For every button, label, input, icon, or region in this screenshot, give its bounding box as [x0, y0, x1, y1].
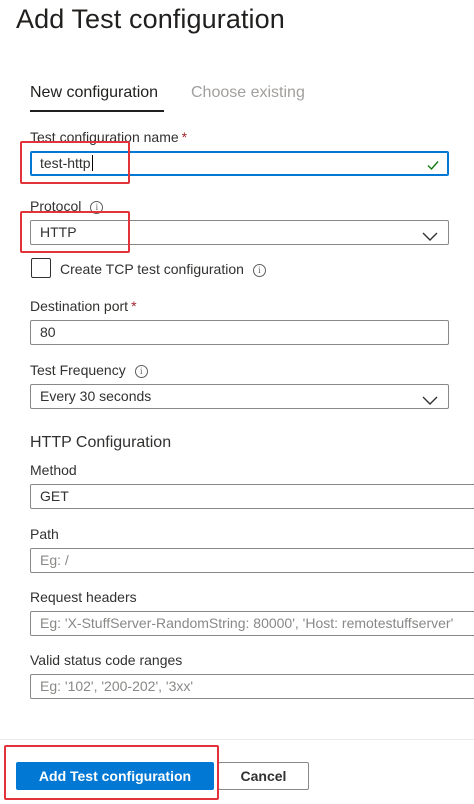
required-marker: * [181, 129, 188, 145]
valid-check-icon [426, 156, 440, 175]
status-codes-input[interactable]: Eg: '102', '200-202', '3xx' [30, 674, 474, 699]
status-codes-label: Valid status code ranges [30, 652, 183, 668]
path-label: Path [30, 526, 59, 542]
status-codes-placeholder: Eg: '102', '200-202', '3xx' [40, 678, 194, 694]
highlight-box-name [20, 141, 130, 184]
required-marker: * [131, 298, 137, 314]
http-configuration-heading: HTTP Configuration [30, 434, 172, 451]
test-frequency-dropdown[interactable]: Every 30 seconds [30, 384, 449, 409]
create-tcp-checkbox[interactable] [31, 258, 51, 278]
info-icon[interactable]: i [134, 365, 148, 378]
footer-divider [0, 739, 474, 740]
create-tcp-label-text: Create TCP test configuration [60, 261, 244, 277]
request-headers-input[interactable]: Eg: 'X-StuffServer-RandomString: 80000',… [30, 611, 474, 636]
destination-port-label-text: Destination port [30, 298, 129, 314]
request-headers-placeholder: Eg: 'X-StuffServer-RandomString: 80000',… [40, 615, 454, 631]
test-frequency-label-text: Test Frequency [30, 362, 126, 378]
tab-new-configuration[interactable]: New configuration [30, 84, 158, 102]
test-frequency-selected-value: Every 30 seconds [40, 388, 152, 404]
create-tcp-label: Create TCP test configuration i [60, 261, 266, 277]
chevron-down-icon [422, 390, 438, 408]
path-placeholder: Eg: / [40, 552, 69, 568]
destination-port-value: 80 [40, 324, 56, 340]
info-icon[interactable]: i [252, 264, 266, 277]
cancel-button[interactable]: Cancel [218, 762, 309, 790]
chevron-down-icon [422, 226, 438, 244]
highlight-box-add-button [4, 745, 219, 800]
method-label: Method [30, 462, 77, 478]
active-tab-indicator [30, 110, 164, 112]
highlight-box-protocol [20, 211, 130, 253]
method-value: GET [40, 488, 69, 504]
destination-port-label: Destination port * [30, 298, 137, 314]
tab-choose-existing[interactable]: Choose existing [191, 84, 305, 102]
test-frequency-label: Test Frequency i [30, 362, 148, 378]
destination-port-input[interactable]: 80 [30, 320, 449, 345]
path-input[interactable]: Eg: / [30, 548, 474, 573]
page-title: Add Test configuration [16, 4, 285, 34]
method-field[interactable]: GET [30, 484, 474, 509]
request-headers-label: Request headers [30, 589, 137, 605]
